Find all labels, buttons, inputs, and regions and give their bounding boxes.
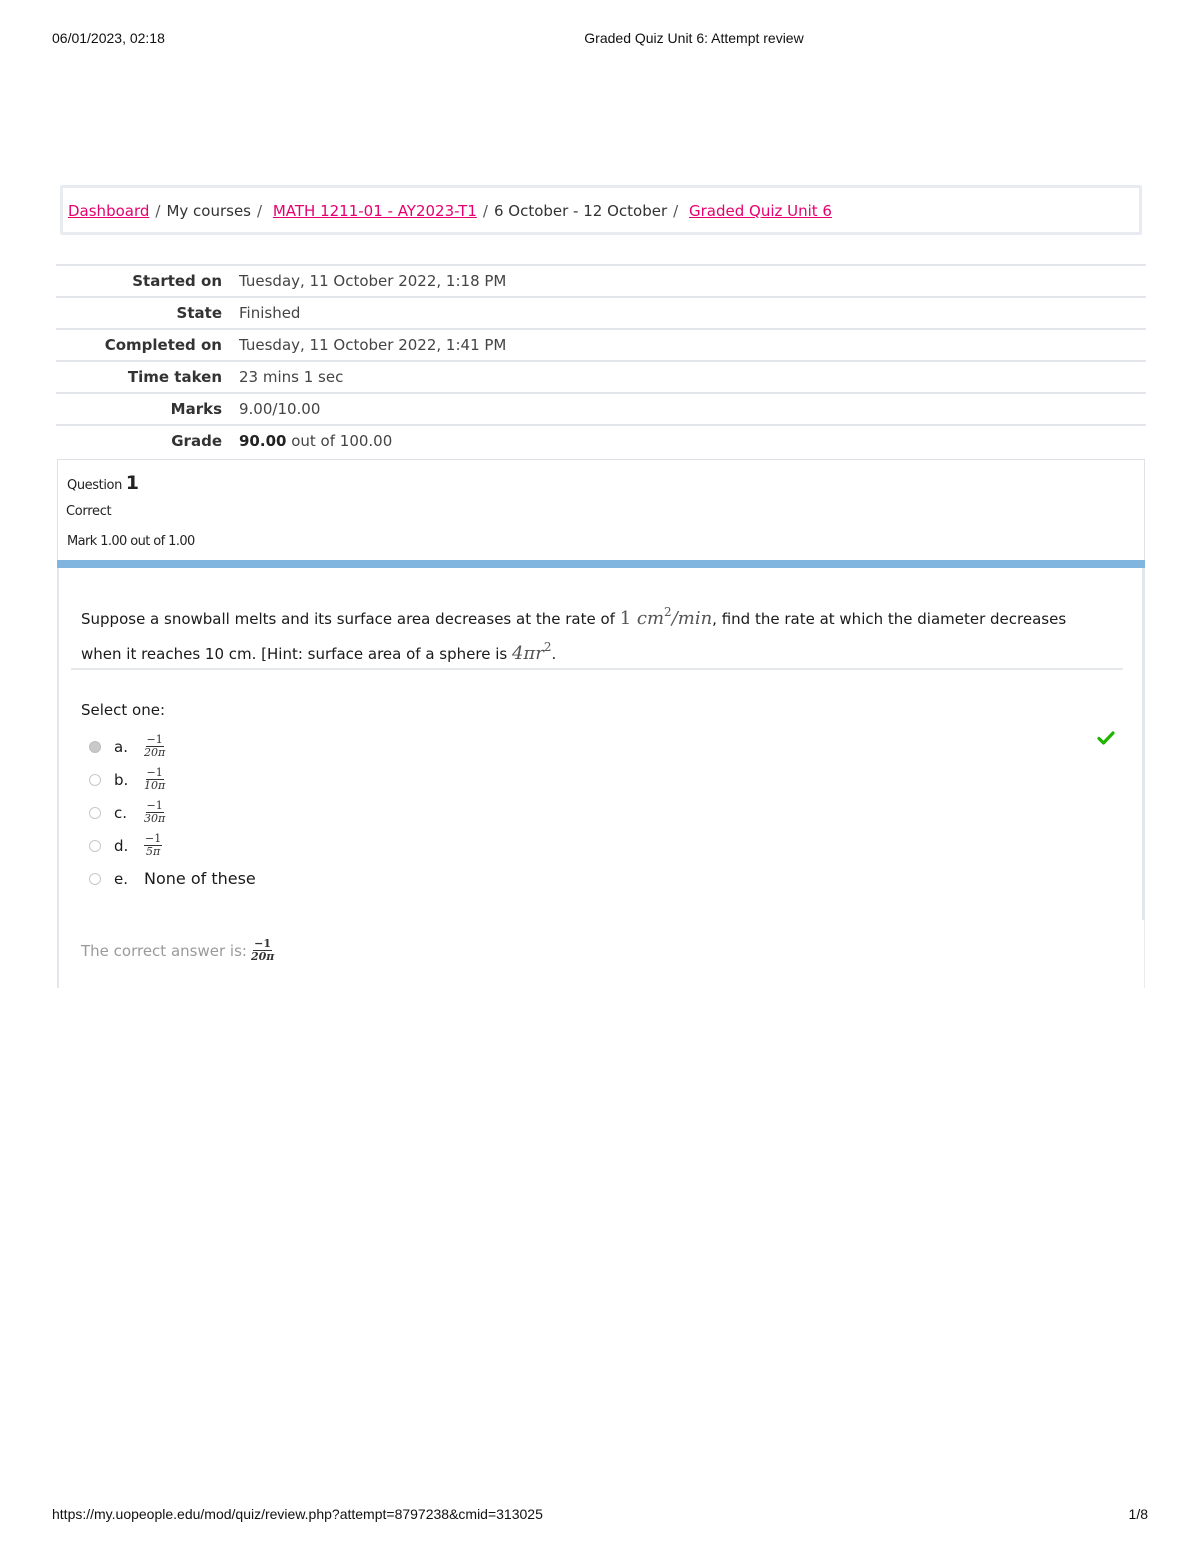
summary-value: Tuesday, 11 October 2022, 1:41 PM bbox=[239, 336, 507, 354]
correct-answer-label: The correct answer is: bbox=[81, 941, 247, 960]
summary-row-time-taken: Time taken 23 mins 1 sec bbox=[56, 361, 1146, 393]
question-text-part: Suppose a snowball melts and its surface… bbox=[81, 610, 620, 628]
radio-button[interactable] bbox=[89, 773, 101, 786]
question-accent-bar bbox=[57, 560, 1145, 568]
radio-button[interactable] bbox=[89, 839, 101, 852]
question-content: Suppose a snowball melts and its surface… bbox=[57, 568, 1145, 920]
summary-row-state: State Finished bbox=[56, 297, 1146, 329]
question-info-panel: Question 1 Correct Mark 1.00 out of 1.00 bbox=[57, 459, 1145, 563]
rate-exponent: 2 bbox=[664, 605, 672, 619]
breadcrumb: Dashboard / My courses / MATH 1211-01 - AY2… bbox=[68, 202, 832, 220]
rate-value: 1 bbox=[619, 608, 632, 629]
summary-label: Marks bbox=[170, 400, 222, 418]
option-letter: e. bbox=[114, 869, 128, 888]
summary-row-completed: Completed on Tuesday, 11 October 2022, 1… bbox=[56, 329, 1146, 361]
breadcrumb-separator: / bbox=[482, 202, 488, 220]
question-divider bbox=[71, 668, 1123, 670]
option-fraction: −1 20π bbox=[144, 734, 165, 759]
option-text: None of these bbox=[144, 869, 256, 888]
summary-row-marks: Marks 9.00/10.00 bbox=[56, 393, 1146, 425]
question-number: Question 1 bbox=[67, 472, 139, 494]
breadcrumb-separator: / bbox=[673, 202, 679, 220]
answer-option-d[interactable]: d. −1 5π bbox=[89, 829, 256, 862]
grade-total: out of 100.00 bbox=[286, 432, 393, 450]
summary-row-grade: Grade 90.00 out of 100.00 bbox=[56, 425, 1146, 456]
radio-button[interactable] bbox=[89, 806, 101, 819]
question-text-part: . bbox=[551, 645, 557, 663]
option-fraction: −1 5π bbox=[144, 833, 163, 858]
answer-option-b[interactable]: b. −1 10π bbox=[89, 763, 256, 796]
answer-options: a. −1 20π b. −1 10π c. −1 30π d. −1 5π e. No… bbox=[89, 730, 256, 895]
print-url: https://my.uopeople.edu/mod/quiz/review.… bbox=[52, 1506, 543, 1522]
print-page-number: 1/8 bbox=[1128, 1506, 1148, 1522]
radio-button-selected[interactable] bbox=[89, 740, 101, 753]
summary-label: Started on bbox=[132, 272, 222, 290]
fraction-denominator: 20π bbox=[144, 746, 166, 759]
rate-per: /min bbox=[671, 608, 713, 629]
fraction-denominator: 10π bbox=[144, 779, 166, 792]
breadcrumb-my-courses: My courses bbox=[166, 202, 251, 220]
summary-value: Tuesday, 11 October 2022, 1:18 PM bbox=[239, 272, 507, 290]
option-letter: b. bbox=[114, 770, 129, 789]
question-text: Suppose a snowball melts and its surface… bbox=[81, 598, 1111, 668]
fraction-denominator: 20π bbox=[250, 950, 275, 963]
summary-label: State bbox=[176, 304, 222, 322]
hint-math: 4πr2 bbox=[511, 640, 552, 664]
rate-math: 1 cm2/min bbox=[619, 605, 713, 629]
select-one-prompt: Select one: bbox=[81, 701, 166, 719]
summary-value: 23 mins 1 sec bbox=[239, 368, 344, 386]
option-letter: c. bbox=[114, 803, 128, 822]
fraction-denominator: 5π bbox=[145, 845, 161, 858]
grade-score: 90.00 bbox=[239, 432, 287, 450]
fraction-denominator: 30π bbox=[144, 812, 166, 825]
breadcrumb-dashboard-link[interactable]: Dashboard bbox=[68, 202, 149, 220]
breadcrumb-course-link[interactable]: MATH 1211-01 - AY2023-T1 bbox=[273, 202, 477, 220]
attempt-summary-table: Started on Tuesday, 11 October 2022, 1:1… bbox=[56, 264, 1146, 456]
answer-option-a[interactable]: a. −1 20π bbox=[89, 730, 256, 763]
hint-formula: 4πr bbox=[511, 643, 544, 664]
question-state: Correct bbox=[66, 504, 112, 519]
question-grade: Mark 1.00 out of 1.00 bbox=[67, 534, 195, 549]
rate-unit: cm bbox=[636, 608, 665, 629]
breadcrumb-separator: / bbox=[155, 202, 161, 220]
option-letter: a. bbox=[114, 737, 128, 756]
summary-row-started: Started on Tuesday, 11 October 2022, 1:1… bbox=[56, 265, 1146, 297]
summary-value: 90.00 out of 100.00 bbox=[239, 425, 1146, 456]
answer-option-e[interactable]: e. None of these bbox=[89, 862, 256, 895]
breadcrumb-separator: / bbox=[257, 202, 263, 220]
option-fraction: −1 30π bbox=[144, 800, 165, 825]
option-letter: d. bbox=[114, 836, 129, 855]
question-number-value: 1 bbox=[125, 472, 139, 494]
breadcrumb-week: 6 October - 12 October bbox=[493, 202, 668, 220]
breadcrumb-quiz-link[interactable]: Graded Quiz Unit 6 bbox=[689, 202, 832, 220]
summary-value: Finished bbox=[239, 304, 301, 322]
radio-button[interactable] bbox=[89, 872, 101, 885]
correct-answer-text: The correct answer is: −1 20π bbox=[81, 938, 274, 963]
correct-answer-fraction: −1 20π bbox=[251, 938, 274, 963]
answer-option-c[interactable]: c. −1 30π bbox=[89, 796, 256, 829]
option-fraction: −1 10π bbox=[144, 767, 165, 792]
summary-label: Time taken bbox=[127, 368, 222, 386]
check-icon bbox=[1097, 731, 1115, 745]
summary-label: Completed on bbox=[104, 336, 222, 354]
print-title: Graded Quiz Unit 6: Attempt review bbox=[584, 30, 804, 46]
question-feedback: The correct answer is: −1 20π bbox=[57, 920, 1145, 988]
summary-value: 9.00/10.00 bbox=[239, 400, 321, 418]
question-label: Question bbox=[67, 478, 122, 493]
summary-label: Grade bbox=[171, 432, 222, 450]
breadcrumb-bar: Dashboard / My courses / MATH 1211-01 - AY2… bbox=[60, 185, 1142, 235]
